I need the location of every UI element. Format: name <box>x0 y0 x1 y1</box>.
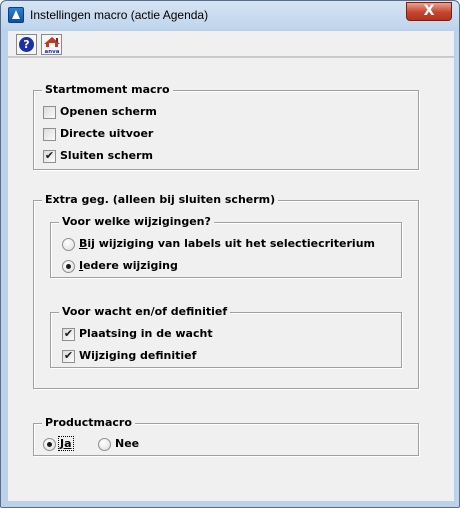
dialog-content: Startmoment macro Openen scherm Directe … <box>8 58 454 501</box>
productmacro-ja-label: Ja <box>58 436 74 451</box>
wijzigingen-group: Voor welke wijzigingen? Bij wijziging va… <box>50 214 402 278</box>
sluiten-scherm-box[interactable]: ✔ <box>43 149 56 163</box>
help-button[interactable]: ? <box>16 34 37 55</box>
close-icon: X <box>423 3 435 19</box>
openen-scherm-label: Openen scherm <box>60 105 157 118</box>
close-button[interactable]: X <box>406 2 452 21</box>
help-icon: ? <box>19 37 34 52</box>
title-bar[interactable]: Instellingen macro (actie Agenda) X <box>1 1 459 29</box>
iedere-wijziging-label: Iedere wijziging <box>79 259 178 272</box>
wijziging-definitief-box[interactable]: ✔ <box>62 349 75 363</box>
extra-gegevens-group: Extra geg. (alleen bij sluiten scherm) V… <box>33 192 419 389</box>
check-mark-icon: ✔ <box>63 349 74 362</box>
plaatsing-wacht-label: Plaatsing in de wacht <box>79 327 213 340</box>
startmoment-group: Startmoment macro Openen scherm Directe … <box>33 82 419 170</box>
anva-home-icon: anva <box>44 37 60 54</box>
wijzigingen-group-label: Voor welke wijzigingen? <box>59 214 214 230</box>
productmacro-nee-circle[interactable] <box>98 438 111 451</box>
check-mark-icon: ✔ <box>63 327 74 340</box>
productmacro-ja-circle[interactable] <box>43 438 56 451</box>
toolbar: ? anva <box>8 31 454 57</box>
openen-scherm-box[interactable] <box>43 106 56 119</box>
app-icon[interactable] <box>8 7 24 23</box>
window-title: Instellingen macro (actie Agenda) <box>30 8 209 22</box>
directe-uitvoer-box[interactable] <box>43 128 56 141</box>
plaatsing-wacht-box[interactable]: ✔ <box>62 327 75 341</box>
radio-selected-dot <box>47 442 52 447</box>
bij-wijziging-labels-circle[interactable] <box>62 238 75 251</box>
wacht-definitief-group: Voor wacht en/of definitief ✔ Plaatsing … <box>50 304 402 368</box>
wijziging-definitief-label: Wijziging definitief <box>79 349 197 362</box>
sluiten-scherm-label: Sluiten scherm <box>60 149 153 162</box>
directe-uitvoer-label: Directe uitvoer <box>60 127 154 140</box>
check-mark-icon: ✔ <box>44 149 55 162</box>
dialog-window: Instellingen macro (actie Agenda) X ? an… <box>0 0 460 508</box>
productmacro-group: Productmacro Ja Nee <box>33 415 419 456</box>
radio-selected-dot <box>66 264 71 269</box>
startmoment-group-label: Startmoment macro <box>42 82 173 98</box>
wacht-definitief-group-label: Voor wacht en/of definitief <box>59 304 231 320</box>
anva-button[interactable]: anva <box>41 34 62 55</box>
productmacro-nee-label: Nee <box>115 437 140 450</box>
bij-wijziging-labels-label: Bij wijziging van labels uit het selecti… <box>79 237 375 250</box>
iedere-wijziging-circle[interactable] <box>62 260 75 273</box>
anva-label: anva <box>45 49 60 54</box>
productmacro-group-label: Productmacro <box>42 415 135 431</box>
extra-gegevens-group-label: Extra geg. (alleen bij sluiten scherm) <box>42 192 279 208</box>
